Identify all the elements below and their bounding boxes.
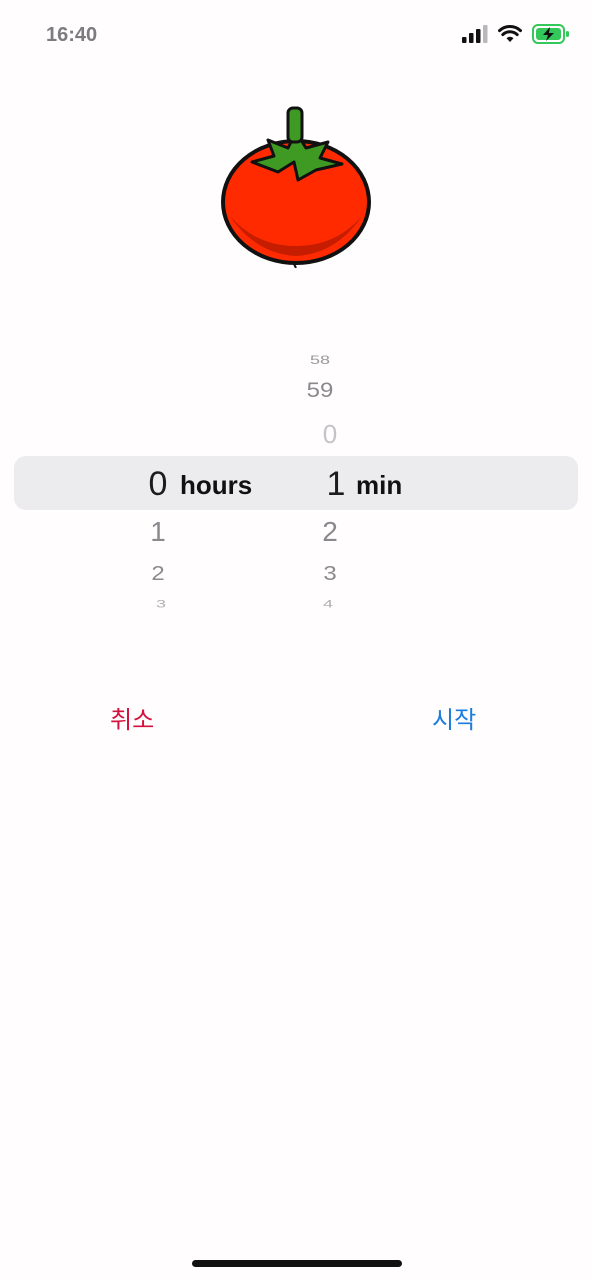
hours-option[interactable]: 3 — [156, 599, 166, 610]
tomato-icon — [216, 104, 376, 269]
status-time: 16:40 — [46, 24, 98, 46]
wifi-icon — [498, 25, 522, 48]
minutes-selected-value[interactable]: 1 — [327, 467, 346, 501]
cancel-button[interactable]: 취소 — [110, 700, 154, 734]
hours-option[interactable]: 1 — [150, 518, 166, 546]
minutes-option[interactable]: 2 — [322, 518, 338, 546]
hours-unit-label: hours — [180, 470, 253, 500]
time-picker[interactable]: 0 hours 1 2 3 58 59 0 1 min 2 3 4 — [0, 330, 592, 630]
timer-screen: 16:40 0 hours 1 2 3 58 59 0 1 min 2 3 4 … — [0, 0, 592, 1280]
minutes-option[interactable]: 59 — [307, 380, 334, 401]
minutes-option[interactable]: 0 — [323, 421, 337, 447]
hours-selected-value[interactable]: 0 — [149, 467, 168, 501]
status-icons — [462, 24, 570, 49]
minutes-option[interactable]: 3 — [323, 563, 336, 584]
start-button[interactable]: 시작 — [432, 700, 476, 734]
minutes-option[interactable]: 4 — [323, 599, 333, 610]
minutes-unit-label: min — [356, 470, 403, 500]
signal-icon — [462, 25, 488, 48]
battery-charging-icon — [532, 24, 570, 49]
minutes-option[interactable]: 58 — [310, 354, 330, 366]
home-indicator[interactable] — [192, 1260, 402, 1267]
picker-selection-highlight — [14, 456, 578, 510]
hours-option[interactable]: 2 — [151, 563, 164, 584]
